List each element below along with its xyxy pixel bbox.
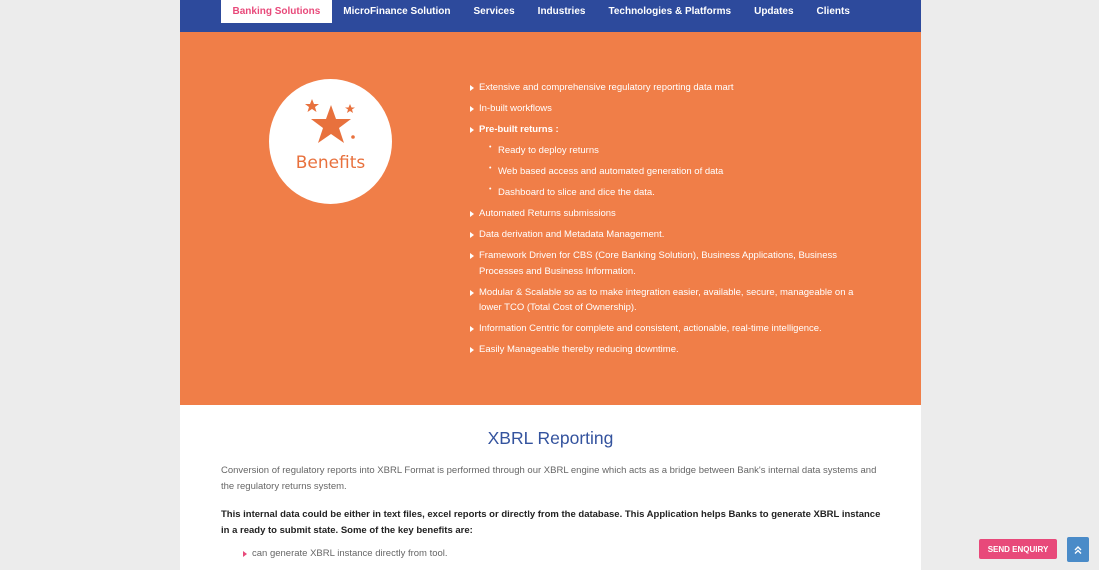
benefit-item: Extensive and comprehensive regulatory r… (470, 80, 870, 96)
xbrl-benefits-paragraph: This internal data could be either in te… (221, 509, 881, 536)
benefit-sub-item: Dashboard to slice and dice the data. (470, 182, 870, 201)
benefits-list: Extensive and comprehensive regulatory r… (470, 80, 870, 363)
benefit-item: Easily Manageable thereby reducing downt… (470, 342, 870, 358)
send-enquiry-button[interactable]: SEND ENQUIRY (979, 539, 1057, 559)
xbrl-list-item: can generate XBRL instance directly from… (243, 548, 448, 559)
nav-item-services[interactable]: Services (462, 0, 526, 23)
benefit-item: Modular & Scalable so as to make integra… (470, 285, 870, 316)
nav-item-clients[interactable]: Clients (805, 0, 861, 23)
xbrl-intro-paragraph: Conversion of regulatory reports into XB… (221, 465, 877, 492)
xbrl-section: XBRL Reporting Conversion of regulatory … (180, 405, 921, 570)
benefit-sub-item: Ready to deploy returns (470, 140, 870, 159)
benefit-item: Information Centric for complete and con… (470, 321, 870, 337)
nav-item-technologies-platforms[interactable]: Technologies & Platforms (597, 0, 743, 23)
benefit-item: In-built workflows (470, 101, 870, 117)
xbrl-title: XBRL Reporting (487, 428, 614, 448)
benefits-section: Benefits Extensive and comprehensive reg… (180, 32, 921, 405)
benefits-badge: Benefits (269, 79, 392, 204)
benefit-item-pre-built-returns: Pre-built returns : (470, 122, 870, 138)
page-container: Banking Solutions MicroFinance Solution … (180, 0, 921, 570)
nav-menu: Banking Solutions MicroFinance Solution … (221, 0, 861, 23)
nav-item-updates[interactable]: Updates (743, 0, 805, 23)
double-chevron-up-icon (1074, 545, 1082, 554)
back-to-top-button[interactable] (1067, 537, 1089, 562)
star-icon (305, 99, 355, 143)
nav-item-banking-solutions[interactable]: Banking Solutions (221, 0, 332, 23)
main-navigation: Banking Solutions MicroFinance Solution … (180, 0, 921, 32)
benefit-sub-item: Web based access and automated generatio… (470, 161, 870, 180)
nav-item-industries[interactable]: Industries (526, 0, 597, 23)
benefit-item: Automated Returns submissions (470, 206, 870, 222)
benefits-heading: Benefits (295, 153, 366, 173)
benefit-item: Framework Driven for CBS (Core Banking S… (470, 248, 870, 279)
benefit-item: Data derivation and Metadata Management. (470, 227, 870, 243)
nav-item-microfinance-solution[interactable]: MicroFinance Solution (332, 0, 462, 23)
